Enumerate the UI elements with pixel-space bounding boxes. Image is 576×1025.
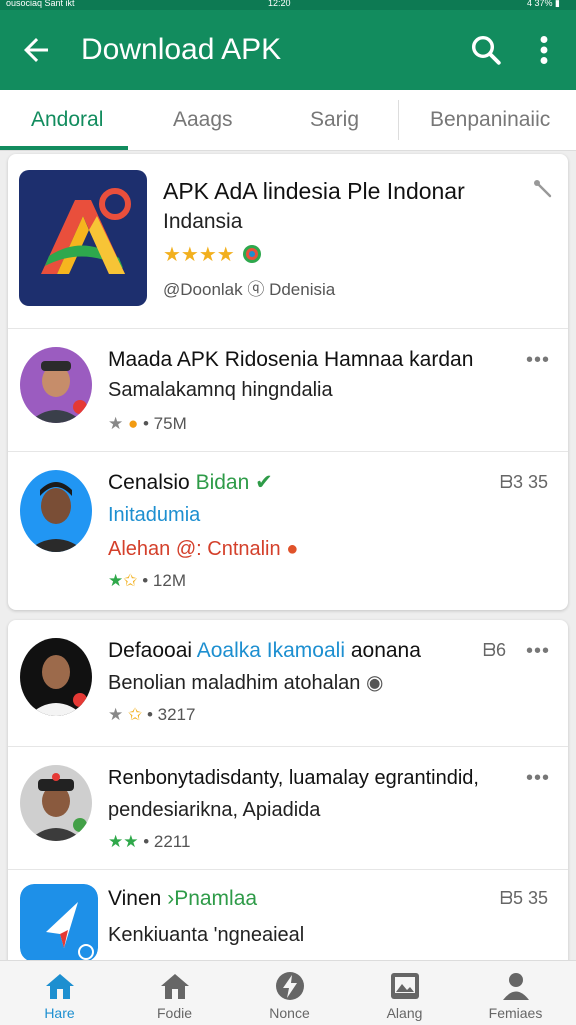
nav-item-femiaes[interactable]: Femiaes bbox=[458, 961, 573, 1025]
app-list-card: APK AdA lindesia Ple Indonar Indansia ★★… bbox=[8, 154, 568, 610]
bolt-icon bbox=[276, 972, 304, 1000]
nav-item-alang[interactable]: Alang bbox=[347, 961, 462, 1025]
status-carrier: ousociaq Sant ikt bbox=[6, 0, 75, 8]
bottom-navigation: Hare Fodie Nonce Alang Femiaes bbox=[0, 960, 576, 1025]
page-title: Download APK bbox=[81, 33, 282, 66]
tab-benpaninaiic[interactable]: Benpaninaiic bbox=[430, 90, 550, 150]
rating-stars: ★★★★ bbox=[163, 242, 262, 267]
app-size: • 75M bbox=[143, 414, 187, 433]
status-time: 12:20 bbox=[268, 0, 291, 8]
app-list-item[interactable]: Renbonytadisdanty, luamalay egrantindid,… bbox=[8, 747, 568, 870]
app-meta: ★✩ • 12M bbox=[108, 570, 186, 592]
app-title: Maada APK Ridosenia Hamnaa kardan bbox=[108, 348, 474, 371]
app-list-card: Defaooai Aoalka Ikamoali aonana Benolian… bbox=[8, 620, 568, 970]
app-title-main: Vinen bbox=[108, 887, 162, 910]
featured-app-footer: @Doonlak ⓠ Ddenisia bbox=[163, 280, 336, 299]
status-battery: 4 37% ▮ bbox=[527, 0, 560, 8]
app-size: • 2211 bbox=[143, 832, 191, 851]
more-horiz-icon[interactable]: ••• bbox=[526, 767, 550, 790]
tab-sarig[interactable]: Sarig bbox=[310, 90, 359, 150]
featured-app-row[interactable]: APK AdA lindesia Ple Indonar Indansia ★★… bbox=[8, 154, 568, 329]
app-title: Cenalsio Bidan ✔ bbox=[108, 470, 273, 496]
app-description: pendesiarikna, Apiadida bbox=[108, 799, 321, 821]
home-icon bbox=[161, 974, 189, 999]
search-icon[interactable] bbox=[468, 32, 504, 68]
app-bar: Download APK bbox=[0, 10, 576, 90]
app-size: • 12M bbox=[142, 571, 186, 590]
app-title-tag: Bidan bbox=[195, 471, 250, 494]
app-title: Vinen ›Pnamlaa bbox=[108, 886, 257, 912]
pin-icon[interactable] bbox=[532, 178, 554, 200]
tab-indicator bbox=[0, 146, 128, 150]
app-title-main: Defaooai bbox=[108, 639, 193, 662]
app-meta: ★ ● • 75M bbox=[108, 413, 187, 435]
star-icon: ★ bbox=[108, 414, 124, 433]
app-description: Samalakamnq hingndalia bbox=[108, 379, 333, 401]
nav-item-fodie[interactable]: Fodie bbox=[117, 961, 232, 1025]
more-vert-icon[interactable] bbox=[530, 32, 558, 68]
app-meta: ★★ • 2211 bbox=[108, 831, 190, 853]
flame-icon: ● bbox=[286, 538, 299, 560]
app-icon bbox=[20, 884, 98, 962]
app-title: Defaooai Aoalka Ikamoali aonana bbox=[108, 638, 421, 664]
tab-divider bbox=[398, 100, 399, 140]
app-title-tag: Pnamlaa bbox=[174, 887, 258, 910]
app-title-tag: Aoalka Ikamoali bbox=[196, 639, 345, 662]
image-icon bbox=[391, 973, 419, 999]
app-developer: Alehan @: Cntnalin ● bbox=[108, 536, 298, 562]
tab-bar: Andoral Aaags Sarig Benpaninaiic bbox=[0, 90, 576, 151]
app-description-text: Benolian maladhim atohalan bbox=[108, 672, 361, 694]
tab-aaags[interactable]: Aaags bbox=[173, 90, 233, 150]
app-title-rest: aonana bbox=[345, 639, 421, 662]
app-logo-icon bbox=[19, 170, 147, 306]
more-horiz-icon[interactable]: ••• bbox=[526, 640, 550, 663]
app-list-item[interactable]: Cenalsio Bidan ✔ Initadumia Alehan @: Cn… bbox=[8, 452, 568, 610]
verified-icon: ✔ bbox=[255, 471, 273, 494]
app-stat: ᗷ6 bbox=[482, 640, 506, 660]
app-developer-text: Alehan @: Cntnalin bbox=[108, 538, 281, 560]
avatar bbox=[20, 765, 92, 841]
person-icon bbox=[503, 973, 529, 1000]
avatar bbox=[20, 347, 92, 423]
featured-app-title: APK AdA lindesia Ple Indonar bbox=[163, 178, 465, 204]
star-icon: ★ bbox=[108, 705, 124, 724]
more-horiz-icon[interactable]: ••• bbox=[526, 349, 550, 372]
app-description: Kenkiuanta 'ngneaieal bbox=[108, 924, 305, 946]
home-icon bbox=[46, 974, 74, 999]
status-bar: ousociaq Sant ikt 12:20 4 37% ▮ bbox=[0, 0, 576, 10]
nav-item-hare[interactable]: Hare bbox=[2, 961, 117, 1025]
app-stat: ᗷ5 35 bbox=[499, 888, 548, 908]
app-size: • 3217 bbox=[146, 705, 196, 724]
app-meta: ★ ✩ • 3217 bbox=[108, 704, 195, 726]
featured-app-subtitle: Indansia bbox=[163, 210, 243, 233]
flame-icon: ● bbox=[127, 414, 139, 433]
app-stat: ᗷ3 35 bbox=[499, 472, 548, 492]
star-icon: ★ bbox=[108, 571, 124, 590]
play-store-icon bbox=[243, 245, 262, 263]
nav-label: Alang bbox=[386, 1005, 423, 1021]
app-list-item[interactable]: Defaooai Aoalka Ikamoali aonana Benolian… bbox=[8, 620, 568, 747]
tab-andoral[interactable]: Andoral bbox=[31, 90, 103, 150]
star-icon: ★★★★ bbox=[163, 244, 235, 266]
nav-label: Nonce bbox=[269, 1005, 310, 1021]
nav-label: Hare bbox=[44, 1005, 75, 1021]
nav-item-nonce[interactable]: Nonce bbox=[232, 961, 347, 1025]
star-icon: ★★ bbox=[108, 832, 139, 851]
app-title-main: Cenalsio bbox=[108, 471, 190, 494]
nav-label: Femiaes bbox=[488, 1005, 543, 1021]
back-arrow-icon[interactable] bbox=[18, 32, 54, 68]
app-list-item[interactable]: Vinen ›Pnamlaa Kenkiuanta 'ngneaieal ᗷ5 … bbox=[8, 870, 568, 970]
star-icon: ✩ bbox=[127, 705, 143, 724]
avatar bbox=[20, 638, 92, 716]
globe-icon: ◉ bbox=[365, 672, 384, 694]
app-list-item[interactable]: Maada APK Ridosenia Hamnaa kardan Samala… bbox=[8, 329, 568, 452]
avatar bbox=[20, 470, 92, 552]
star-icon: ✩ bbox=[123, 571, 138, 590]
nav-label: Fodie bbox=[156, 1005, 193, 1021]
app-title: Renbonytadisdanty, luamalay egrantindid, bbox=[108, 767, 479, 789]
app-description: Benolian maladhim atohalan ◉ bbox=[108, 670, 383, 696]
app-category: Initadumia bbox=[108, 504, 201, 526]
